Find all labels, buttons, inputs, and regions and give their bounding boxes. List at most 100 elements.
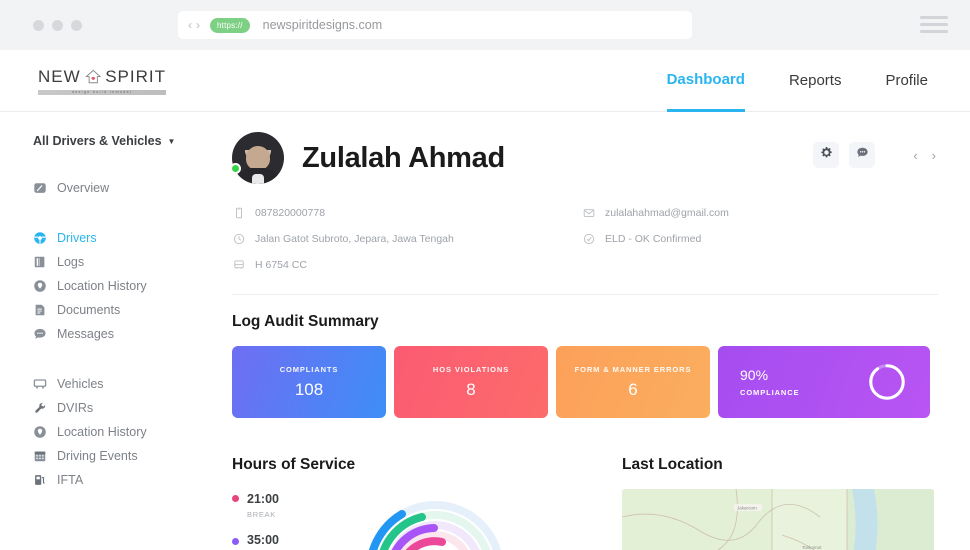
card-value: 108 (294, 379, 324, 399)
card-label: HOS VIOLATIONS (432, 364, 510, 374)
svg-text:Tonkomot: Tonkomot (802, 545, 822, 550)
hos-time: 35:00 (247, 533, 279, 547)
meta-value: H 6754 CC (255, 259, 307, 271)
sidebar-label: IFTA (57, 473, 84, 487)
nav-tab-reports[interactable]: Reports (789, 50, 842, 112)
sidebar-item-location-history-vehicle[interactable]: Location History (0, 420, 216, 444)
card-value: 6 (628, 379, 638, 399)
last-location-panel: Last Location Jakaroom Tonkomot (622, 438, 938, 550)
settings-button[interactable] (813, 142, 840, 168)
sidebar-item-documents[interactable]: Documents (0, 298, 216, 322)
legend-dot (232, 538, 239, 545)
card-hos-violations[interactable]: HOS VIOLATIONS 8 (394, 346, 548, 418)
sidebar-label: Logs (57, 255, 85, 269)
svg-text:Jakaroom: Jakaroom (737, 506, 757, 511)
mail-icon (582, 206, 596, 220)
legend-dot (232, 495, 239, 502)
nav-tab-dashboard[interactable]: Dashboard (666, 50, 745, 112)
url-text[interactable]: newspiritdesigns.com (263, 18, 383, 32)
close-window-dot[interactable] (33, 19, 44, 31)
truck-icon (33, 377, 47, 391)
hamburger-menu-icon[interactable] (920, 16, 948, 37)
sidebar-group-vehicles: Vehicles DVIRs Location History Driving … (0, 372, 216, 492)
forward-icon[interactable]: › (196, 18, 204, 32)
logo-rule: design build remodel (38, 89, 166, 95)
sidebar-item-drivers[interactable]: Drivers (0, 226, 216, 250)
gear-icon (820, 146, 833, 164)
compliance-percent: 90% (740, 367, 769, 383)
hos-sublabel: BREAK (247, 510, 276, 519)
map-pin-icon (33, 425, 47, 439)
meta-eld-status: ELD - OK Confirmed (582, 232, 938, 246)
section-divider (232, 294, 938, 295)
sidebar-label: DVIRs (57, 401, 94, 415)
sidebar-item-messages[interactable]: Messages (0, 322, 216, 346)
driver-avatar-image (232, 132, 284, 184)
sidebar-item-ifta[interactable]: IFTA (0, 468, 216, 492)
sidebar-item-driving-events[interactable]: Driving Events (0, 444, 216, 468)
house-icon (84, 69, 102, 85)
card-compliance[interactable]: 90% COMPLIANCE (718, 346, 930, 418)
compliance-label: COMPLIANCE (740, 388, 800, 397)
logo-word-right: SPIRIT (105, 66, 166, 86)
window-controls[interactable] (33, 19, 82, 31)
sidebar-label: Messages (57, 327, 114, 341)
address-bar[interactable]: ‹› https:// newspiritdesigns.com (178, 11, 692, 39)
sidebar-item-overview[interactable]: Overview (0, 176, 216, 200)
minimize-window-dot[interactable] (52, 19, 63, 31)
phone-icon (232, 206, 246, 220)
log-audit-title: Log Audit Summary (232, 313, 379, 330)
last-location-map[interactable]: Jakaroom Depara Tonkomot Kopru (622, 489, 934, 550)
maximize-window-dot[interactable] (71, 19, 82, 31)
sidebar-label: Driving Events (57, 449, 138, 463)
sidebar-item-location-history-driver[interactable]: Location History (0, 274, 216, 298)
nav-tab-profile[interactable]: Profile (885, 50, 928, 112)
message-button[interactable] (849, 142, 876, 168)
meta-phone: 087820000778 (232, 206, 582, 220)
browser-nav-arrows[interactable]: ‹› (188, 18, 204, 32)
fuel-pump-icon (33, 473, 47, 487)
meta-email: zulalahahmad@gmail.com (582, 206, 938, 220)
sidebar-item-logs[interactable]: Logs (0, 250, 216, 274)
avatar[interactable] (230, 132, 284, 184)
drivers-vehicles-picker[interactable]: All Drivers & Vehicles ▼ (33, 134, 216, 148)
bottom-section: Hours of Service 21:00 BREAK 35:00 Last … (232, 438, 938, 550)
sidebar-group-drivers: Drivers Logs Location History Documents (0, 226, 216, 346)
sidebar-item-vehicles[interactable]: Vehicles (0, 372, 216, 396)
card-label: FORM & MANNER ERRORS (574, 364, 692, 374)
chat-bubble-icon (856, 146, 869, 164)
https-badge: https:// (210, 17, 250, 33)
sidebar-label: Vehicles (57, 377, 104, 391)
back-icon[interactable]: ‹ (188, 18, 196, 32)
hours-of-service-title: Hours of Service (232, 456, 356, 473)
steering-wheel-icon (33, 231, 47, 245)
next-driver-button[interactable]: › (932, 148, 936, 163)
sidebar-item-dvirs[interactable]: DVIRs (0, 396, 216, 420)
document-icon (33, 303, 47, 317)
page-title: Zulalah Ahmad (302, 141, 505, 174)
card-compliants[interactable]: COMPLIANTS 108 (232, 346, 386, 418)
hos-time: 21:00 (247, 492, 279, 506)
meta-value: Jalan Gatot Subroto, Jepara, Jawa Tengah (255, 233, 454, 245)
profile-pager: ‹ › (913, 148, 936, 163)
app-header: NEW SPIRIT design build remodel Dashboar… (0, 50, 970, 112)
sidebar-label: Overview (57, 181, 110, 195)
meta-value: 087820000778 (255, 207, 326, 219)
browser-chrome: ‹› https:// newspiritdesigns.com (0, 0, 970, 50)
map-pin-icon (33, 279, 47, 293)
sidebar-group-overview: Overview (0, 176, 216, 200)
profile-header: Zulalah Ahmad ‹ › (230, 132, 938, 184)
site-logo[interactable]: NEW SPIRIT design build remodel (38, 67, 166, 95)
sidebar-label: Drivers (57, 231, 97, 245)
previous-driver-button[interactable]: ‹ (913, 148, 917, 163)
chevron-down-icon: ▼ (167, 136, 176, 146)
sidebar-label: Location History (57, 425, 147, 439)
compliance-ring-chart (866, 361, 908, 403)
card-label: COMPLIANTS (279, 364, 339, 374)
wrench-icon (33, 401, 47, 415)
card-form-manner-errors[interactable]: FORM & MANNER ERRORS 6 (556, 346, 710, 418)
check-circle-icon (582, 232, 596, 246)
sidebar: All Drivers & Vehicles ▼ Overview Driver… (0, 112, 216, 550)
online-status-dot (230, 163, 241, 174)
meta-plate: H 6754 CC (232, 258, 582, 272)
